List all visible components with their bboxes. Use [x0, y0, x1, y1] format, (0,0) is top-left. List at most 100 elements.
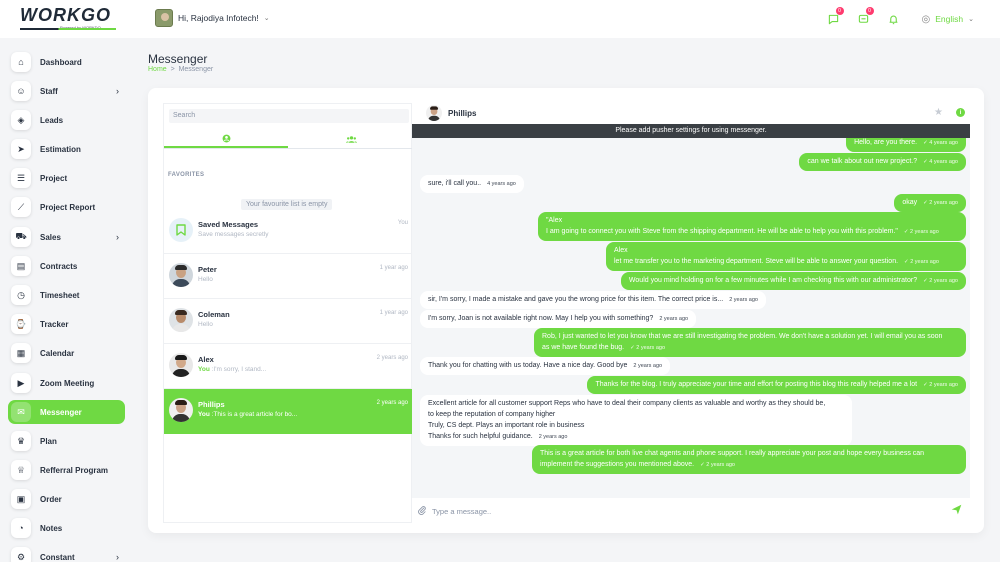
sidebar-item-label: Contracts — [40, 261, 78, 271]
chart-icon: ⟋ — [11, 197, 31, 217]
message-time-text: 4 years ago — [929, 140, 958, 146]
messenger-icon: ✉ — [11, 402, 31, 422]
message-text: Alex — [614, 247, 628, 254]
contact-time: 1 year ago — [379, 310, 408, 316]
sidebar-item-plan[interactable]: ♛ Plan — [8, 429, 125, 453]
sidebar-item-calendar[interactable]: ▦ Calendar — [8, 341, 125, 365]
user-avatar — [155, 9, 173, 27]
language-selector[interactable]: ◎ English ⌄ — [914, 8, 983, 30]
contact-time: 2 years ago — [376, 355, 408, 361]
contact-saved-messages[interactable]: Saved Messages Save messages secretly Yo… — [164, 209, 413, 254]
sidebar-item-project-report[interactable]: ⟋ Project Report — [8, 195, 125, 219]
box-icon: ◈ — [11, 110, 31, 130]
settings-icon: ⚙ — [11, 547, 31, 562]
message-time: ✓ 2 years ago — [923, 200, 958, 206]
search-input[interactable]: Search — [169, 109, 409, 123]
message-time: ✓ 2 years ago — [700, 462, 735, 468]
logo-text: WORKGO — [20, 5, 111, 25]
sidebar-item-zoom-meeting[interactable]: ▶ Zoom Meeting — [8, 371, 125, 395]
sidebar-item-leads[interactable]: ◈ Leads — [8, 108, 125, 132]
chat-badge: 0 — [835, 7, 844, 15]
watch-icon: ⌚ — [11, 314, 31, 334]
sidebar-item-label: Refferral Program — [40, 465, 109, 475]
contact-alex[interactable]: Alex You :I'm sorry, I stand... 2 years … — [164, 344, 413, 389]
sidebar-item-dashboard[interactable]: ⌂ Dashboard — [8, 50, 125, 74]
sidebar-item-notes[interactable]: ◔ Notes — [8, 516, 125, 540]
message-notification-button[interactable]: 0 — [854, 7, 874, 29]
pusher-notice: Please add pusher settings for using mes… — [412, 124, 970, 138]
sidebar-item-contracts[interactable]: ▤ Contracts — [8, 254, 125, 278]
preview-text: :This is a great article for bo... — [209, 411, 298, 418]
breadcrumb-separator: > — [170, 66, 175, 73]
award-icon: ♕ — [11, 460, 31, 480]
contact-name: Phillips — [198, 400, 225, 409]
sidebar-item-constant[interactable]: ⚙ Constant › — [8, 545, 125, 562]
message-bubble: Rob, I just wanted to let you know that … — [534, 328, 966, 357]
paperclip-icon[interactable] — [417, 505, 427, 519]
sidebar-item-tracker[interactable]: ⌚ Tracker — [8, 312, 125, 336]
sidebar-item-order[interactable]: ▣ Order — [8, 487, 125, 511]
message-time-text: 2 years ago — [706, 462, 735, 468]
contact-preview: Hello — [198, 276, 213, 283]
message-time: 2 years ago — [659, 316, 688, 322]
video-icon: ▶ — [11, 373, 31, 393]
user-menu[interactable]: Hi, Rajodiya Infotech! ⌄ — [152, 7, 280, 29]
message-text: can we talk about out new project.? — [807, 158, 918, 165]
tab-people[interactable] — [164, 130, 288, 148]
bookmark-icon — [169, 218, 193, 242]
message-bubble: Alex let me transfer you to the marketin… — [606, 242, 966, 271]
info-icon[interactable]: i — [956, 108, 965, 117]
sidebar-item-refferral-program[interactable]: ♕ Refferral Program — [8, 458, 125, 482]
avatar — [169, 398, 193, 422]
message-time-text: 2 years ago — [929, 278, 958, 284]
message-text: okay — [902, 199, 918, 206]
notes-icon: ◔ — [11, 518, 31, 538]
breadcrumb: Home > Messenger — [148, 66, 213, 73]
message-bubble: Hello, are you there. ✓ 4 years ago — [846, 138, 966, 152]
message-time-text: 2 years ago — [538, 434, 568, 440]
message-time: 2 years ago — [539, 434, 568, 440]
contact-phillips[interactable]: Phillips You :This is a great article fo… — [164, 389, 413, 434]
send-icon[interactable] — [951, 504, 962, 518]
message-time: ✓ 4 years ago — [923, 140, 958, 146]
sidebar-item-label: Estimation — [40, 144, 81, 154]
avatar — [169, 308, 193, 332]
globe-icon: ◎ — [921, 13, 931, 25]
chevron-right-icon: › — [116, 232, 119, 242]
sidebar-item-label: Messenger — [40, 407, 82, 417]
sidebar-item-sales[interactable]: ⛟ Sales › — [8, 225, 125, 249]
contact-name: Peter — [198, 265, 217, 274]
favorite-star-icon[interactable]: ★ — [934, 107, 943, 118]
cart-icon: ⛟ — [11, 227, 31, 247]
sidebar-item-staff[interactable]: ☺ Staff › — [8, 79, 125, 103]
message-bubble: sir, I'm sorry, I made a mistake and gav… — [420, 291, 766, 309]
message-time: 2 years ago — [633, 363, 662, 369]
breadcrumb-home[interactable]: Home — [148, 66, 167, 73]
message-time: ✓ 2 years ago — [923, 278, 958, 284]
message-composer — [412, 500, 970, 523]
chat-notification-button[interactable]: 0 — [824, 7, 844, 29]
chevron-right-icon: › — [116, 86, 119, 96]
sidebar-item-label: Timesheet — [40, 290, 80, 300]
notifications-button[interactable] — [884, 9, 904, 29]
message-text: to keep the reputation of company higher — [428, 411, 556, 418]
message-text: Excellent article for all customer suppo… — [428, 400, 826, 407]
message-input[interactable] — [432, 504, 932, 518]
chevron-down-icon: ⌄ — [263, 15, 270, 22]
workgo-logo[interactable]: WORKGO Powered by WORKDO — [20, 6, 116, 32]
chat-header: Phillips ★ i — [412, 103, 970, 124]
contact-coleman[interactable]: Coleman Hello 1 year ago — [164, 299, 413, 344]
contact-peter[interactable]: Peter Hello 1 year ago — [164, 254, 413, 299]
sidebar-item-label: Sales — [40, 232, 61, 242]
message-time: ✓ 2 years ago — [904, 259, 939, 265]
message-text: sir, I'm sorry, I made a mistake and gav… — [428, 296, 724, 303]
message-time-text: 4 years ago — [487, 181, 516, 187]
sidebar-item-estimation[interactable]: ➤ Estimation — [8, 137, 125, 161]
tab-groups[interactable] — [289, 130, 413, 148]
message-bubble: can we talk about out new project.? ✓ 4 y… — [799, 153, 966, 171]
message-time: 2 years ago — [729, 297, 758, 303]
sidebar-item-messenger[interactable]: ✉ Messenger — [8, 400, 125, 424]
sidebar-item-label: Order — [40, 494, 62, 504]
sidebar-item-project[interactable]: ☰ Project — [8, 166, 125, 190]
sidebar-item-timesheet[interactable]: ◷ Timesheet — [8, 283, 125, 307]
